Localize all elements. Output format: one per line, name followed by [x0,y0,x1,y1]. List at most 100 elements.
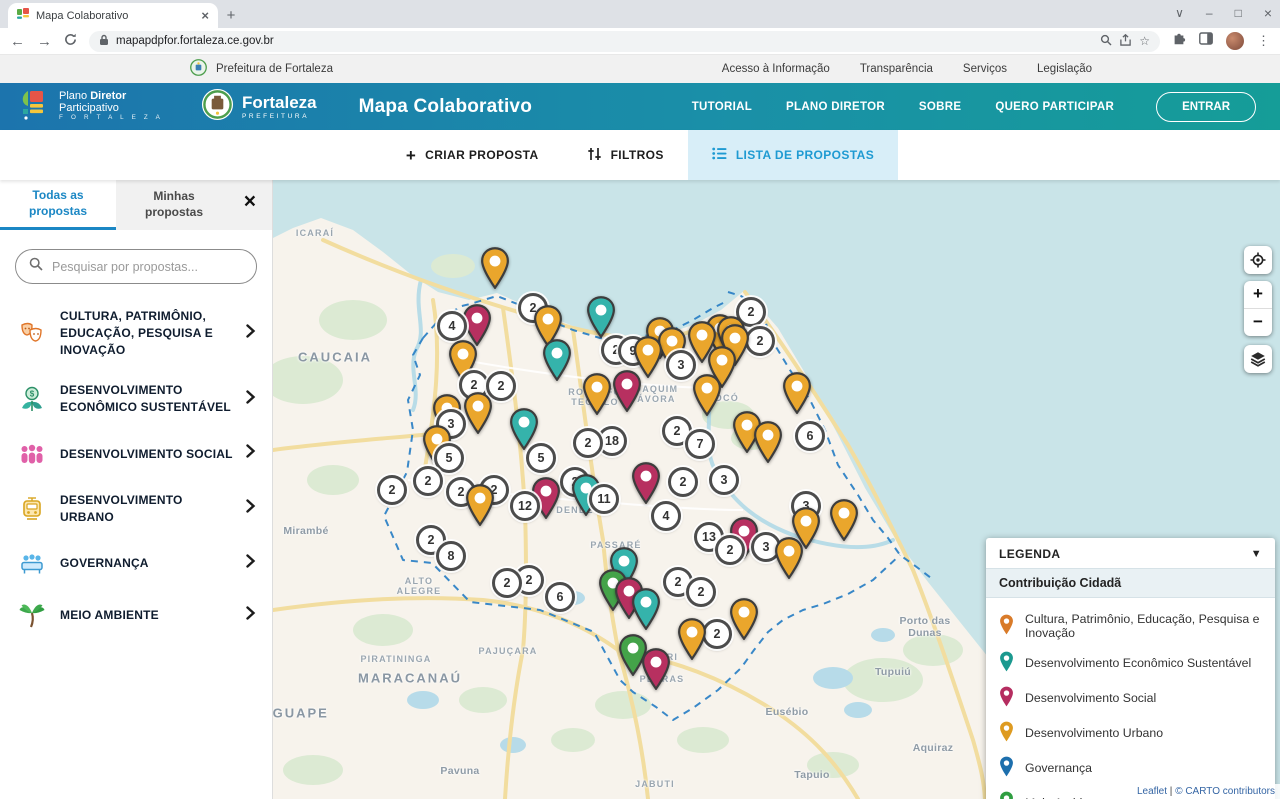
new-tab-button[interactable]: + [218,3,244,28]
carto-link[interactable]: © CARTO contributors [1175,786,1275,797]
browser-tabstrip: Mapa Colaborativo × + ∨ – □ × [0,0,1280,28]
map-cluster-marker[interactable]: 3 [709,465,739,495]
map-pin-urbano[interactable] [774,537,804,579]
map-pin-economico[interactable] [586,296,616,338]
nav-plano-diretor[interactable]: PLANO DIRETOR [786,101,885,113]
zoom-in-button[interactable]: + [1244,281,1272,309]
chevron-right-icon [245,499,256,518]
map-cluster-marker[interactable]: 2 [377,475,407,505]
back-icon[interactable]: ← [10,34,25,49]
fortaleza-logo: Fortaleza PREFEITURA [201,88,317,126]
tab-my-proposals[interactable]: Minhas propostas [116,180,232,230]
proposal-list-button[interactable]: LISTA DE PROPOSTAS [688,130,898,180]
map-cluster-marker[interactable]: 8 [436,541,466,571]
map-cluster-marker[interactable]: 6 [545,582,575,612]
map-cluster-marker[interactable]: 6 [795,421,825,451]
tab-close-icon[interactable]: × [201,8,209,23]
legend-panel: LEGENDA ▼ Contribuição Cidadã Cultura, P… [986,538,1275,799]
gov-link-servicos[interactable]: Serviços [963,63,1007,75]
side-panel-icon[interactable] [1199,32,1213,50]
map-place-label: ALTO ALEGRE [397,576,442,596]
gov-brand[interactable]: Prefeitura de Fortaleza [190,59,333,79]
map-pin-urbano[interactable] [753,421,783,463]
map-cluster-marker[interactable]: 2 [668,467,698,497]
sidebar-category[interactable]: DESENVOLVIMENTO URBANO [14,480,258,538]
map-pin-urbano[interactable] [692,374,722,416]
map-cluster-marker[interactable]: 7 [685,429,715,459]
login-button[interactable]: ENTRAR [1156,92,1256,122]
leaflet-link[interactable]: Leaflet [1137,786,1167,797]
layers-button[interactable] [1244,345,1272,373]
map-viewport[interactable]: + − LEGENDA ▼ Contribuição Cidadã Cultur… [273,180,1280,799]
extensions-icon[interactable] [1172,32,1186,51]
map-pin-urbano[interactable] [829,499,859,541]
reload-icon[interactable] [64,33,77,49]
zoom-out-button[interactable]: − [1244,309,1272,337]
map-place-label: Eusébio [766,706,809,718]
map-cluster-marker[interactable]: 12 [510,491,540,521]
forward-icon[interactable]: → [37,34,52,49]
sidebar-category[interactable]: MEIO AMBIENTE [14,590,258,642]
gov-link-acesso[interactable]: Acesso à Informação [722,63,830,75]
map-cluster-marker[interactable]: 5 [434,443,464,473]
tab-all-proposals[interactable]: Todas as propostas [0,180,116,230]
sidebar-category[interactable]: GOVERNANÇA [14,538,258,590]
map-cluster-marker[interactable]: 2 [573,428,603,458]
map-cluster-marker[interactable]: 2 [492,568,522,598]
map-pin-economico[interactable] [631,588,661,630]
share-icon[interactable] [1119,34,1132,49]
map-cluster-marker[interactable]: 4 [437,311,467,341]
menu-kebab-icon[interactable]: ⋮ [1257,33,1270,49]
map-cluster-marker[interactable]: 4 [651,501,681,531]
map-place-label: Tapuio [794,769,829,781]
list-icon [712,147,727,163]
legend-title: LEGENDA [999,547,1060,561]
window-close-icon[interactable]: × [1264,5,1272,21]
map-pin-economico[interactable] [542,339,572,381]
map-cluster-marker[interactable]: 11 [589,484,619,514]
window-chevron-icon[interactable]: ∨ [1175,6,1184,20]
sidebar-category[interactable]: CULTURA, PATRIMÔNIO, EDUCAÇÃO, PESQUISA … [14,296,258,370]
map-pin-social[interactable] [631,462,661,504]
map-cluster-marker[interactable]: 2 [413,466,443,496]
browser-tab[interactable]: Mapa Colaborativo × [8,3,218,28]
map-cluster-marker[interactable]: 5 [526,443,556,473]
legend-item-label: Desenvolvimento Social [1025,691,1156,705]
nav-quero-participar[interactable]: QUERO PARTICIPAR [995,101,1114,113]
sidebar-category[interactable]: $DESENVOLVIMENTO ECONÔMICO SUSTENTÁVEL [14,370,258,428]
map-attribution: Leaflet | © CARTO contributors [1132,784,1280,799]
gov-link-transparencia[interactable]: Transparência [860,63,933,75]
address-bar[interactable]: mapapdpfor.fortaleza.ce.gov.br ☆ [89,31,1160,52]
legend-item-label: Cultura, Patrimônio, Educação, Pesquisa … [1025,612,1262,640]
legend-collapse-icon[interactable]: ▼ [1251,548,1262,560]
proposal-search[interactable] [15,249,257,284]
locate-button[interactable] [1244,246,1272,274]
search-this-page-icon[interactable] [1100,34,1112,49]
filters-button[interactable]: FILTROS [563,130,688,180]
sidebar-category[interactable]: DESENVOLVIMENTO SOCIAL [14,428,258,480]
window-minimize-icon[interactable]: – [1206,6,1213,20]
map-pin-urbano[interactable] [463,392,493,434]
bookmark-star-icon[interactable]: ☆ [1139,34,1150,48]
category-label: MEIO AMBIENTE [60,607,233,624]
nav-sobre[interactable]: SOBRE [919,101,961,113]
search-input[interactable] [52,260,243,274]
map-pin-social[interactable] [612,370,642,412]
map-pin-urbano[interactable] [677,618,707,660]
window-maximize-icon[interactable]: □ [1235,6,1242,20]
map-pin-urbano[interactable] [480,247,510,289]
sidebar-close-icon[interactable]: × [244,191,256,212]
map-pin-urbano[interactable] [729,598,759,640]
map-pin-urbano[interactable] [582,373,612,415]
profile-avatar[interactable] [1226,32,1244,50]
map-pin-urbano[interactable] [782,372,812,414]
map-pin-social[interactable] [641,648,671,690]
map-place-label: JABUTI [635,779,675,789]
gov-link-legislacao[interactable]: Legislação [1037,63,1092,75]
create-proposal-button[interactable]: + CRIAR PROPOSTA [382,130,563,180]
map-cluster-marker[interactable]: 2 [715,535,745,565]
map-pin-urbano[interactable] [465,484,495,526]
tram-icon [16,495,48,523]
nav-tutorial[interactable]: TUTORIAL [692,101,752,113]
map-cluster-marker[interactable]: 2 [686,577,716,607]
